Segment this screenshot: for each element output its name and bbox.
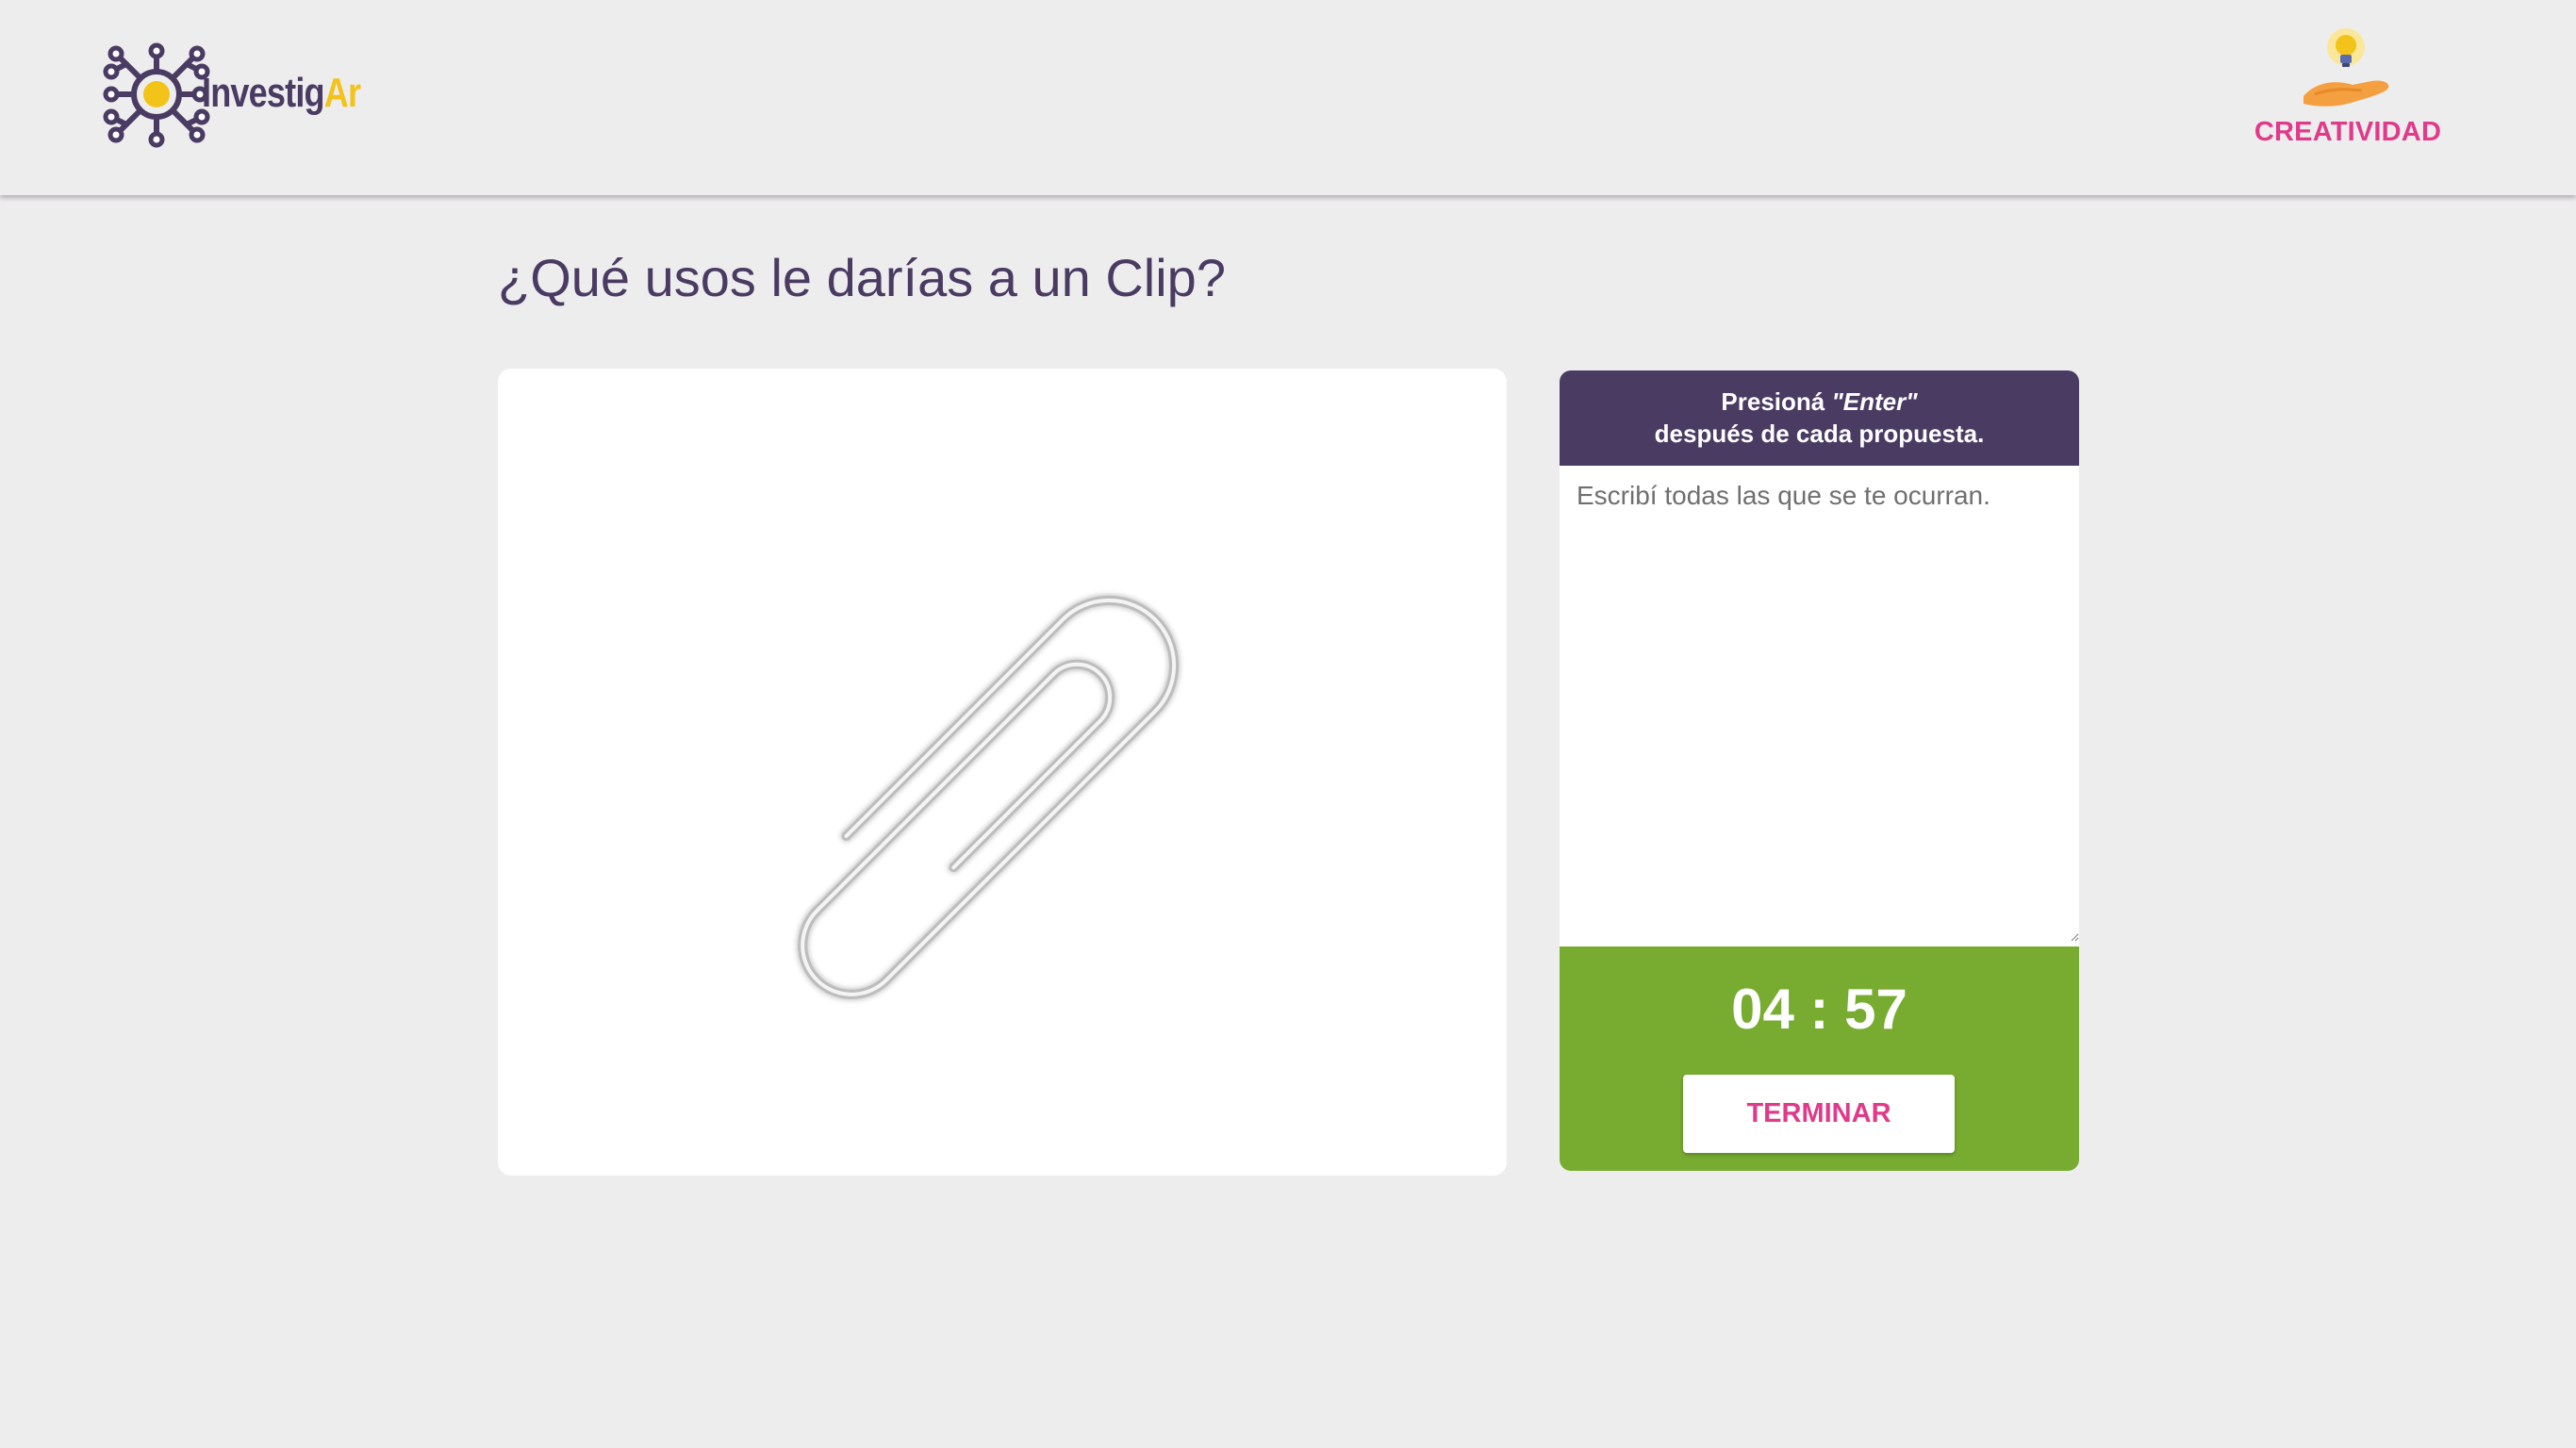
instruction-line-2: después de cada propuesta. [1654, 420, 1985, 448]
section-indicator: CREATIVIDAD [2244, 28, 2452, 160]
top-bar: InvestigAr CREATIVIDAD [0, 0, 2576, 195]
lightbulb-hand-icon [2304, 28, 2389, 107]
countdown-timer: 04 : 57 [1731, 978, 1907, 1041]
finish-button[interactable]: TERMINAR [1683, 1075, 1955, 1153]
instruction-press: Presioná [1721, 387, 1832, 416]
brand-name-part1: Investig [202, 70, 325, 116]
network-logo-icon [103, 42, 210, 148]
answers-textarea[interactable] [1560, 466, 2079, 942]
paperclip-icon [797, 594, 1181, 1000]
question-title: ¿Qué usos le darías a un Clip? [498, 248, 1226, 307]
section-label: CREATIVIDAD [2254, 117, 2442, 147]
instruction-line-1: Presioná "Enter" [1560, 386, 2079, 418]
instruction-enter: "Enter" [1831, 387, 1918, 416]
timer-section: 04 : 57 TERMINAR [1560, 946, 2079, 1171]
brand-name-part2: Ar [323, 70, 361, 116]
clip-image-card [498, 369, 1507, 1176]
answer-panel: Presioná "Enter" después de cada propues… [1560, 370, 2079, 1171]
brand-name: InvestigAr [202, 70, 361, 117]
instructions-banner: Presioná "Enter" después de cada propues… [1560, 370, 2079, 466]
logo[interactable]: InvestigAr [98, 34, 372, 156]
